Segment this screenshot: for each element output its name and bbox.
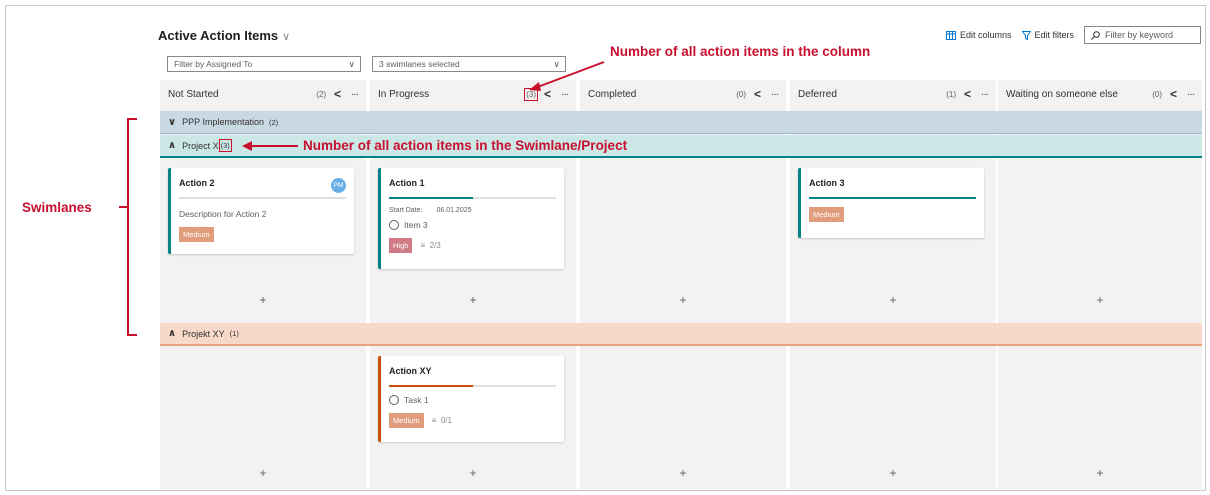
annotation-overlay xyxy=(119,61,605,336)
annotation-swimlanes: Swimlanes xyxy=(22,200,92,215)
swimlanes-bracket xyxy=(119,118,137,336)
annotation-column-count: Number of all action items in the column xyxy=(610,44,871,59)
annotation-swimlane-count: Number of all action items in the Swimla… xyxy=(303,138,628,153)
swimlane-count-arrow xyxy=(242,141,298,151)
column-count-arrow xyxy=(529,61,605,91)
